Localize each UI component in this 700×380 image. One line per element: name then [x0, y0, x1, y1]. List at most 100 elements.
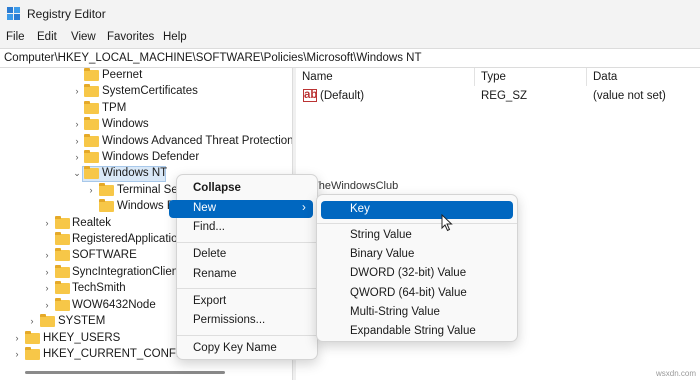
menu-item-label: Key [350, 203, 370, 215]
title-bar: Registry Editor [0, 0, 700, 28]
expander-icon[interactable] [72, 69, 82, 81]
menu-item-label: QWORD (64-bit) Value [350, 287, 467, 299]
menu-item-delete[interactable]: Delete [181, 246, 313, 264]
expander-icon[interactable] [86, 200, 96, 212]
submenu-item-key[interactable]: Key [321, 201, 513, 219]
menu-item-collapse[interactable]: Collapse [181, 180, 313, 198]
folder-icon [55, 298, 70, 311]
mouse-cursor-icon [441, 214, 453, 232]
chevron-right-icon[interactable]: › [12, 348, 22, 360]
menu-item-find[interactable]: Find... [181, 219, 313, 237]
folder-icon [84, 117, 99, 130]
menu-item-label: Binary Value [350, 248, 415, 260]
folder-icon [25, 347, 40, 360]
folder-icon [55, 248, 70, 261]
menu-edit[interactable]: Edit [37, 31, 57, 43]
watermark-text: TheWindowsClub [312, 180, 399, 192]
menu-item-label: Rename [193, 268, 237, 280]
menu-item-label: String Value [350, 229, 412, 241]
footer-mark: wsxdn.com [655, 369, 696, 378]
tree-item-label: SyncIntegrationClients [72, 266, 188, 278]
menu-item-label: Copy Key Name [193, 342, 277, 354]
folder-icon [84, 166, 99, 179]
column-header-data[interactable]: Data [593, 71, 617, 83]
tree-item-label: SYSTEM [58, 315, 106, 327]
value-name: (Default) [320, 90, 365, 102]
tree-item-label: Peernet [102, 69, 143, 81]
folder-icon [55, 281, 70, 294]
folder-icon [84, 150, 99, 163]
chevron-right-icon[interactable]: › [42, 282, 52, 294]
tree-item-label: SOFTWARE [72, 249, 137, 261]
menu-help[interactable]: Help [163, 31, 187, 43]
menu-item-label: Delete [193, 248, 227, 260]
chevron-right-icon[interactable]: › [86, 184, 96, 196]
tree-item-peernet[interactable]: Peernet [0, 68, 292, 84]
chevron-down-icon[interactable]: ⌄ [72, 167, 82, 179]
folder-icon [25, 331, 40, 344]
menu-item-new[interactable]: New › [169, 200, 313, 218]
chevron-right-icon[interactable]: › [42, 266, 52, 278]
tree-item-systemcertificates[interactable]: › SystemCertificates [0, 84, 292, 100]
tree-item-label: Windows Defender [102, 151, 200, 163]
menu-item-label: Expandable String Value [350, 325, 476, 337]
folder-icon [99, 183, 114, 196]
menu-file[interactable]: File [6, 31, 25, 43]
column-divider[interactable] [586, 68, 587, 86]
folder-icon [99, 199, 114, 212]
column-header-type[interactable]: Type [481, 71, 506, 83]
menu-view[interactable]: View [71, 31, 96, 43]
chevron-right-icon[interactable]: › [42, 217, 52, 229]
tree-item-label: WOW6432Node [72, 299, 156, 311]
chevron-right-icon: › [302, 202, 306, 214]
menu-item-label: Export [193, 295, 227, 307]
chevron-right-icon[interactable]: › [72, 118, 82, 130]
column-divider[interactable] [474, 68, 475, 86]
chevron-right-icon[interactable]: › [72, 135, 82, 147]
submenu-item-multi-string-value[interactable]: Multi-String Value [321, 304, 513, 322]
submenu-item-qword-value[interactable]: QWORD (64-bit) Value [321, 285, 513, 303]
tree-item-windows-defender[interactable]: › Windows Defender [0, 150, 292, 166]
value-type: REG_SZ [481, 90, 528, 102]
folder-icon [55, 265, 70, 278]
expander-icon[interactable] [42, 233, 52, 245]
menu-item-rename[interactable]: Rename [181, 266, 313, 284]
string-value-icon: ab [303, 89, 318, 102]
menu-item-export[interactable]: Export [181, 293, 313, 311]
tree-item-label: SystemCertificates [102, 85, 198, 97]
folder-icon [84, 84, 99, 97]
submenu-item-string-value[interactable]: String Value [321, 227, 513, 245]
chevron-right-icon[interactable]: › [42, 299, 52, 311]
menu-item-permissions[interactable]: Permissions... [181, 312, 313, 330]
submenu-item-dword-value[interactable]: DWORD (32-bit) Value [321, 265, 513, 283]
folder-icon [55, 216, 70, 229]
folder-icon [84, 101, 99, 114]
horizontal-scrollbar[interactable] [25, 371, 225, 374]
tree-item-tpm[interactable]: TPM [0, 101, 292, 117]
chevron-right-icon[interactable]: › [27, 315, 37, 327]
menu-item-label: DWORD (32-bit) Value [350, 267, 467, 279]
menu-bar: File Edit View Favorites Help [0, 28, 700, 48]
folder-icon [40, 314, 55, 327]
menu-item-label: Find... [193, 221, 225, 233]
tree-item-label: Windows [102, 118, 149, 130]
chevron-right-icon[interactable]: › [42, 249, 52, 261]
chevron-right-icon[interactable]: › [72, 85, 82, 97]
tree-item-label: TPM [102, 102, 127, 114]
window-title: Registry Editor [27, 7, 106, 21]
address-path[interactable]: Computer\HKEY_LOCAL_MACHINE\SOFTWARE\Pol… [4, 52, 422, 64]
chevron-right-icon[interactable]: › [72, 151, 82, 163]
menu-item-label: New [193, 202, 217, 214]
new-submenu: Key String Value Binary Value DWORD (32-… [316, 194, 518, 342]
submenu-item-binary-value[interactable]: Binary Value [321, 246, 513, 264]
column-header-name[interactable]: Name [302, 71, 333, 83]
chevron-right-icon[interactable]: › [12, 332, 22, 344]
tree-item-windows-atp[interactable]: › Windows Advanced Threat Protection [0, 134, 292, 150]
menu-favorites[interactable]: Favorites [107, 31, 154, 43]
address-bar[interactable]: Computer\HKEY_LOCAL_MACHINE\SOFTWARE\Pol… [0, 48, 700, 68]
menu-separator [177, 242, 317, 243]
submenu-item-expandable-string-value[interactable]: Expandable String Value [321, 323, 513, 341]
tree-item-windows[interactable]: › Windows [0, 117, 292, 133]
menu-item-copy-key-name[interactable]: Copy Key Name [181, 340, 313, 358]
expander-icon[interactable] [72, 102, 82, 114]
